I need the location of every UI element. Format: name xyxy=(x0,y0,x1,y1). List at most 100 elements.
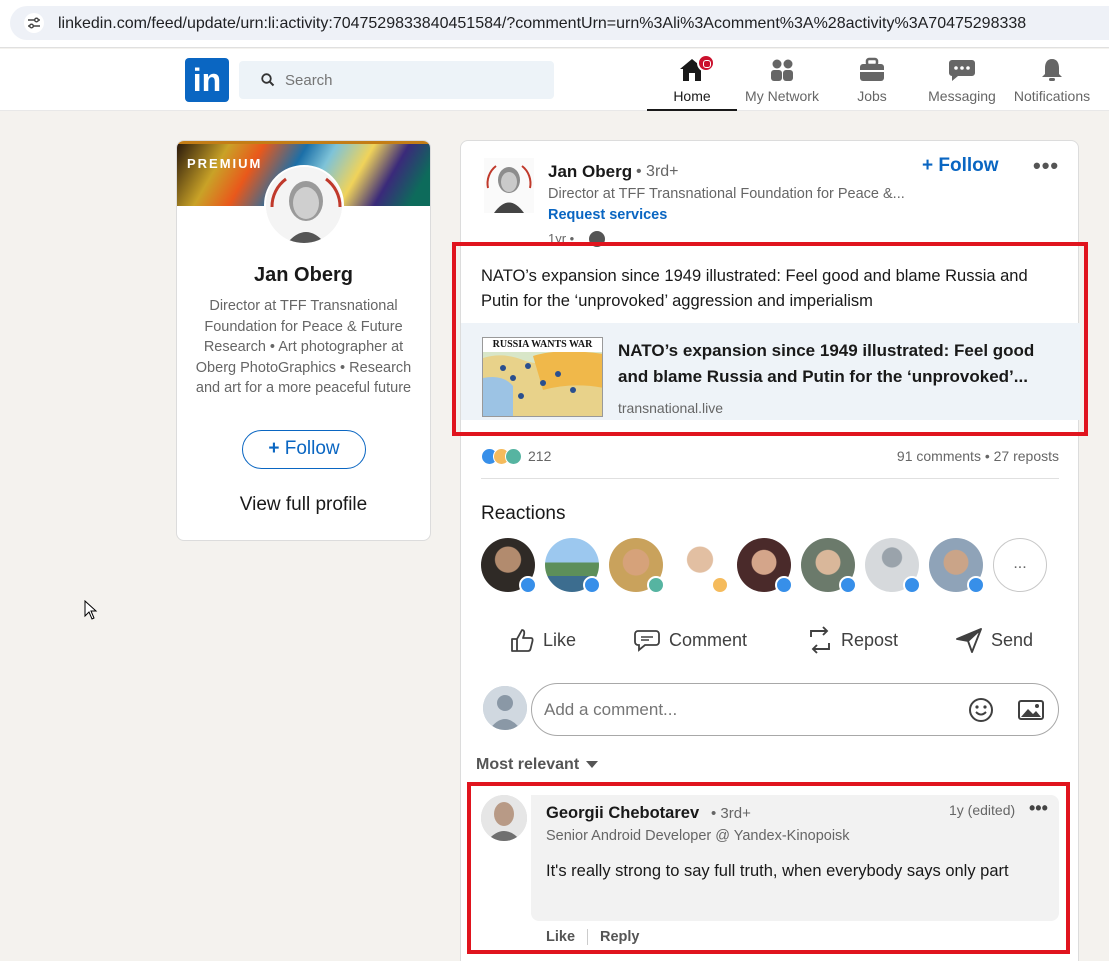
premium-label: PREMIUM xyxy=(187,156,263,171)
like-button[interactable]: Like xyxy=(509,619,576,661)
comment-timestamp: 1y (edited) xyxy=(949,802,1016,818)
comment-label: Comment xyxy=(669,629,748,650)
comment-reply-button[interactable]: Reply xyxy=(600,929,640,945)
link-title[interactable]: NATO’s expansion since 1949 illustrated:… xyxy=(618,338,1038,390)
reactor-avatar[interactable] xyxy=(673,538,729,594)
profile-follow-label: Follow xyxy=(284,438,340,459)
comment-input[interactable] xyxy=(544,684,944,735)
repost-icon xyxy=(810,626,830,654)
nav-my-network[interactable]: My Network xyxy=(737,49,827,111)
divider xyxy=(481,478,1059,479)
linkedin-logo[interactable]: in xyxy=(185,58,229,102)
reaction-icons[interactable] xyxy=(481,448,526,466)
reactor-avatar[interactable] xyxy=(481,538,537,594)
reactor-avatar[interactable] xyxy=(737,538,793,594)
comment-button[interactable]: Comment xyxy=(633,619,747,661)
post-follow-label: Follow xyxy=(938,155,999,176)
reactor-avatar[interactable] xyxy=(865,538,921,594)
link-thumbnail: RUSSIA WANTS WAR xyxy=(482,337,603,417)
nav-home[interactable]: Home xyxy=(647,49,737,111)
like-badge-icon xyxy=(519,576,537,594)
nav-messaging[interactable]: Messaging xyxy=(917,49,1007,111)
comment-author-avatar[interactable] xyxy=(481,795,527,841)
reactions-heading: Reactions xyxy=(481,503,566,524)
reactor-avatar[interactable] xyxy=(929,538,985,594)
support-reaction-icon xyxy=(505,448,522,465)
reactors-list: ... xyxy=(481,538,1059,594)
notification-badge xyxy=(697,54,715,72)
divider xyxy=(587,929,589,946)
post-card: Jan Oberg • 3rd+ Director at TFF Transna… xyxy=(460,140,1080,961)
view-full-profile-link[interactable]: View full profile xyxy=(177,494,430,516)
profile-avatar[interactable] xyxy=(264,165,344,245)
more-reactors-button[interactable]: ... xyxy=(993,538,1047,592)
url-text: linkedin.com/feed/update/urn:li:activity… xyxy=(58,15,1027,32)
comment-author-degree: • 3rd+ xyxy=(711,805,751,822)
insightful-badge-icon xyxy=(711,576,729,594)
comments-reposts-count[interactable]: 91 comments • 27 reposts xyxy=(897,448,1059,464)
browser-address-bar: linkedin.com/feed/update/urn:li:activity… xyxy=(0,0,1109,48)
top-nav: in Home My Network Jobs Messaging Notifi… xyxy=(0,49,1109,111)
reactor-avatar[interactable] xyxy=(801,538,857,594)
nav-notifications[interactable]: Notifications xyxy=(1007,49,1097,111)
thumbnail-title: RUSSIA WANTS WAR xyxy=(483,338,602,352)
reactor-avatar[interactable] xyxy=(545,538,601,594)
globe-icon xyxy=(589,231,605,247)
search-icon xyxy=(261,73,275,87)
profile-name[interactable]: Jan Oberg xyxy=(177,264,430,287)
send-icon xyxy=(956,628,982,653)
comment-item: Georgii Chebotarev • 3rd+ 1y (edited) ••… xyxy=(481,795,1061,955)
post-timestamp: 1yr • xyxy=(548,231,575,246)
comment-icon xyxy=(634,630,660,652)
nav-messaging-label: Messaging xyxy=(928,88,996,104)
reaction-count[interactable]: 212 xyxy=(528,448,551,464)
comment-author-name[interactable]: Georgii Chebotarev xyxy=(546,804,699,823)
search-input[interactable] xyxy=(285,61,545,99)
author-avatar[interactable] xyxy=(484,158,534,213)
comment-like-button[interactable]: Like xyxy=(546,929,575,945)
reactor-avatar[interactable] xyxy=(609,538,665,594)
search-box[interactable] xyxy=(239,61,554,99)
request-services-link[interactable]: Request services xyxy=(548,207,667,223)
like-badge-icon xyxy=(967,576,985,594)
caret-down-icon xyxy=(585,760,598,768)
image-icon[interactable] xyxy=(1017,698,1045,722)
plus-icon: + xyxy=(922,155,934,176)
cursor-icon xyxy=(84,600,98,620)
link-domain: transnational.live xyxy=(618,400,724,416)
repost-button[interactable]: Repost xyxy=(807,619,898,661)
emoji-icon[interactable] xyxy=(968,697,994,723)
sort-label: Most relevant xyxy=(476,756,580,773)
nav-notifications-label: Notifications xyxy=(1013,88,1091,104)
nav-jobs[interactable]: Jobs xyxy=(827,49,917,111)
profile-card: PREMIUM Jan Oberg Director at TFF Transn… xyxy=(176,140,431,541)
like-icon xyxy=(511,629,534,652)
comment-box[interactable] xyxy=(531,683,1059,736)
author-degree: • 3rd+ xyxy=(636,163,679,180)
comment-more-icon[interactable]: ••• xyxy=(1029,798,1048,819)
link-preview[interactable]: RUSSIA WANTS WAR NATO’s expansion since … xyxy=(461,323,1080,420)
sort-dropdown[interactable]: Most relevant xyxy=(476,756,598,774)
current-user-avatar[interactable] xyxy=(483,686,527,730)
nav-my-network-label: My Network xyxy=(745,88,819,104)
send-button[interactable]: Send xyxy=(955,619,1033,661)
comment-text: It's really strong to say full truth, wh… xyxy=(546,862,1009,880)
support-badge-icon xyxy=(647,576,665,594)
comment-bubble: Georgii Chebotarev • 3rd+ 1y (edited) ••… xyxy=(531,795,1059,921)
chat-icon xyxy=(949,60,975,81)
comment-author-headline: Senior Android Developer @ Yandex-Kinopo… xyxy=(546,828,850,844)
people-icon xyxy=(771,59,793,81)
site-settings-icon[interactable] xyxy=(24,13,44,33)
profile-follow-button[interactable]: + Follow xyxy=(242,430,366,469)
briefcase-icon xyxy=(860,57,884,81)
profile-headline: Director at TFF Transnational Foundation… xyxy=(195,298,412,396)
nav-jobs-label: Jobs xyxy=(857,88,887,104)
url-field[interactable]: linkedin.com/feed/update/urn:li:activity… xyxy=(10,6,1109,40)
like-label: Like xyxy=(543,629,577,650)
like-badge-icon xyxy=(775,576,793,594)
author-headline: Director at TFF Transnational Foundation… xyxy=(548,186,905,202)
plus-icon: + xyxy=(268,438,280,459)
more-options-icon[interactable]: ••• xyxy=(1033,153,1059,179)
author-name[interactable]: Jan Oberg xyxy=(548,162,632,182)
post-follow-button[interactable]: + Follow xyxy=(922,155,999,177)
